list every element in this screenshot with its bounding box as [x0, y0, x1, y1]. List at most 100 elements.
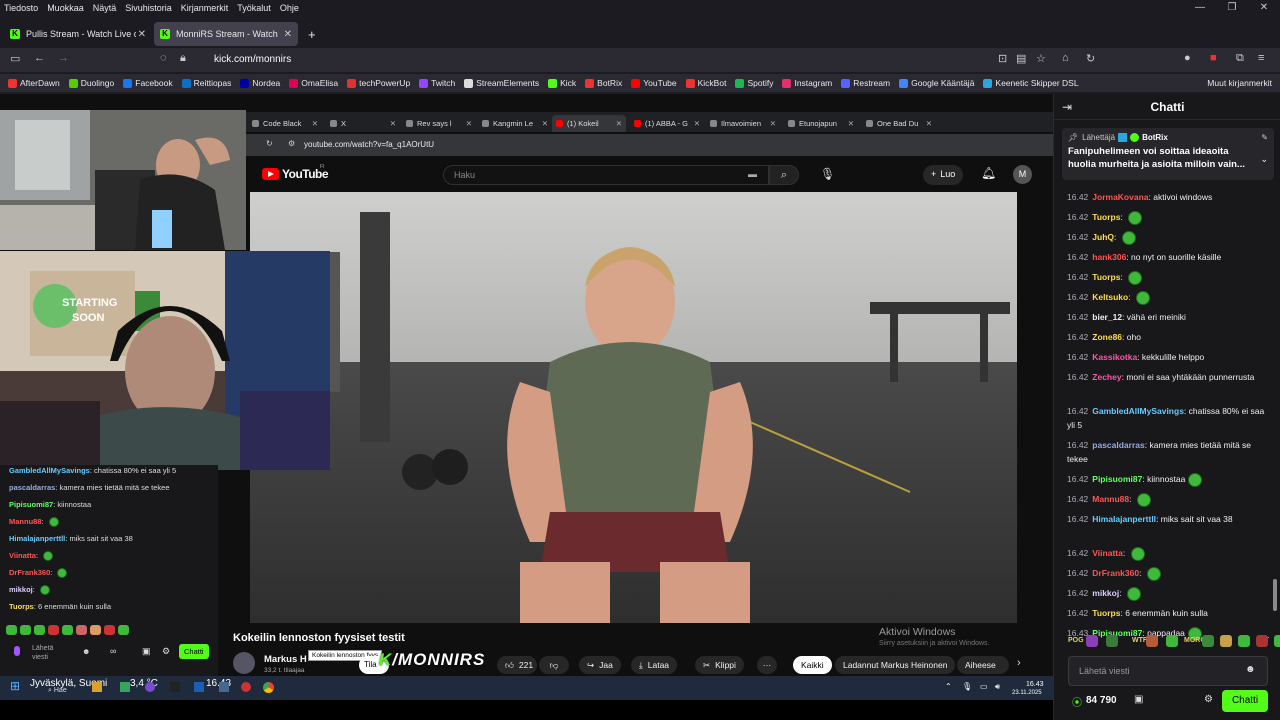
- emote-icon[interactable]: [1274, 635, 1280, 647]
- avatar[interactable]: M: [1013, 165, 1032, 184]
- message-username[interactable]: Kassikotka: [1092, 352, 1137, 362]
- menu-item-5[interactable]: Työkalut: [237, 3, 271, 13]
- dislike-button[interactable]: 👎︎: [539, 656, 569, 674]
- minimize-icon[interactable]: —: [1184, 0, 1216, 16]
- emote-icon[interactable]: [1106, 635, 1118, 647]
- inner-url[interactable]: youtube.com/watch?v=fa_q1AOrUtU: [304, 140, 434, 149]
- bookmark-item[interactable]: techPowerUp: [347, 78, 410, 88]
- emoji-icon[interactable]: ☻: [1245, 664, 1256, 675]
- reload-icon[interactable]: ↻: [1086, 52, 1095, 65]
- pinned-message[interactable]: 📌︎ Lähettäjä BotRix ✎ Fanipuhelimeen voi…: [1062, 128, 1274, 180]
- back-icon[interactable]: ←: [34, 52, 45, 64]
- bookmark-item[interactable]: Kick: [548, 78, 576, 88]
- clock-date[interactable]: 23.11.2025: [1012, 690, 1042, 696]
- bookmark-item[interactable]: Duolingo: [68, 78, 114, 88]
- emote-icon[interactable]: [1086, 635, 1098, 647]
- chat-message[interactable]: 16.42 JuhQ:: [1067, 230, 1272, 245]
- gift-icon[interactable]: ▣: [1134, 694, 1143, 705]
- bookmark-item[interactable]: Facebook: [123, 78, 173, 88]
- bookmark-item[interactable]: BotRix: [585, 78, 622, 88]
- message-username[interactable]: Zechey: [1092, 372, 1121, 382]
- menu-item-3[interactable]: Sivuhistoria: [125, 3, 172, 13]
- emote-icon[interactable]: [1256, 635, 1268, 647]
- message-username[interactable]: Mannu88: [1092, 494, 1129, 504]
- windows-start-icon[interactable]: ⊞: [10, 679, 20, 693]
- message-username[interactable]: JuhQ: [1092, 232, 1114, 242]
- clip-button[interactable]: ✂ Klippi: [695, 656, 744, 674]
- chat-message[interactable]: 16.42 Pipisuomi87: kiinnostaa: [1067, 472, 1272, 487]
- chip-related[interactable]: Aiheese: [957, 656, 1009, 674]
- message-username[interactable]: Himalajanperttll: [1092, 514, 1156, 524]
- message-username[interactable]: hank306: [1092, 252, 1126, 262]
- menu-item-0[interactable]: Tiedosto: [4, 3, 38, 13]
- chrome-icon[interactable]: [263, 682, 274, 693]
- home-icon[interactable]: ⌂: [1062, 52, 1069, 64]
- steam-icon[interactable]: [219, 682, 229, 692]
- bookmark-item[interactable]: Twitch: [419, 78, 455, 88]
- bookmark-item[interactable]: OmaElisa: [289, 78, 338, 88]
- create-button[interactable]: + Luo: [923, 165, 964, 185]
- bookmark-item[interactable]: StreamElements: [464, 78, 539, 88]
- chat-message[interactable]: 16.42 mikkoj:: [1067, 586, 1272, 601]
- microphone-icon[interactable]: 🎙︎: [820, 167, 835, 181]
- inner-tab[interactable]: (1) Kokeil ✕: [552, 115, 626, 132]
- menu-item-2[interactable]: Näytä: [93, 3, 117, 13]
- more-actions-button[interactable]: ···: [757, 656, 777, 674]
- inner-tab[interactable]: One Bad Du ✕: [862, 115, 936, 132]
- menu-item-4[interactable]: Kirjanmerkit: [181, 3, 229, 13]
- inner-tab[interactable]: (1) ABBA - G ✕: [630, 115, 704, 132]
- bookmark-item[interactable]: KickBot: [685, 78, 726, 88]
- message-username[interactable]: GambledAllMySavings: [1092, 406, 1184, 416]
- app-icon[interactable]: [194, 682, 204, 692]
- message-username[interactable]: Zone86: [1092, 332, 1122, 342]
- tab-monnirs[interactable]: K MonniRS Stream - Watch Li ✕: [154, 22, 298, 46]
- app-icon[interactable]: [241, 682, 251, 692]
- bookmark-item[interactable]: YouTube: [631, 78, 677, 88]
- close-tab-icon[interactable]: ✕: [694, 119, 700, 128]
- message-username[interactable]: Pipisuomi87: [1092, 474, 1142, 484]
- message-username[interactable]: JormaKovana: [1092, 192, 1148, 202]
- network-icon[interactable]: ▭: [980, 682, 988, 691]
- emote-icon[interactable]: [1202, 635, 1214, 647]
- youtube-logo-icon[interactable]: [262, 168, 279, 180]
- app-icon[interactable]: [170, 682, 180, 692]
- download-button[interactable]: ⤓ Lataa: [631, 656, 678, 674]
- volume-icon[interactable]: 🔊︎: [995, 682, 1000, 692]
- screenshot-icon[interactable]: ⊡: [998, 52, 1007, 65]
- chat-message[interactable]: 16.42 Tuorps:: [1067, 270, 1272, 285]
- emote-icon[interactable]: [1146, 635, 1158, 647]
- app-icon[interactable]: [120, 682, 130, 692]
- extension-badge-icon[interactable]: ■: [1210, 52, 1217, 64]
- emote-icon[interactable]: [1166, 635, 1178, 647]
- keyboard-icon[interactable]: ▬: [748, 169, 757, 179]
- menu-item-1[interactable]: Muokkaa: [47, 3, 84, 13]
- account-icon[interactable]: ●: [1184, 52, 1191, 64]
- bookmark-item[interactable]: Nordea: [240, 78, 280, 88]
- unpin-icon[interactable]: ✎: [1261, 133, 1268, 142]
- chat-message[interactable]: 16.42 GambledAllMySavings: chatissa 80% e…: [1067, 404, 1272, 432]
- settings-icon[interactable]: ⚙: [1204, 694, 1213, 705]
- points-count[interactable]: 84 790: [1086, 695, 1117, 706]
- close-tab-icon[interactable]: ✕: [770, 119, 776, 128]
- chat-message[interactable]: 16.42 Viinatta:: [1067, 546, 1272, 561]
- app-icon[interactable]: [145, 682, 155, 692]
- close-tab-icon[interactable]: ✕: [284, 29, 292, 40]
- close-tab-icon[interactable]: ✕: [542, 119, 548, 128]
- chat-message[interactable]: 16.42 JormaKovana: aktivoi windows: [1067, 190, 1272, 204]
- new-tab-button[interactable]: +: [302, 22, 326, 46]
- file-explorer-icon[interactable]: [92, 682, 102, 692]
- channel-name[interactable]: Markus H: [264, 654, 307, 665]
- message-username[interactable]: Viinatta: [1092, 548, 1123, 558]
- channel-avatar[interactable]: [233, 652, 255, 674]
- message-username[interactable]: bier_12: [1092, 312, 1122, 322]
- video-player[interactable]: [250, 192, 1017, 623]
- message-username[interactable]: Keltsuko: [1092, 292, 1128, 302]
- emote-text[interactable]: POG: [1068, 637, 1084, 644]
- bookmark-item[interactable]: Spotify: [735, 78, 773, 88]
- notifications-icon[interactable]: 🔔︎: [981, 166, 996, 180]
- address-bar[interactable]: kick.com/monnirs: [214, 54, 291, 65]
- chat-message[interactable]: 16.42 bier_12: vähä eri meiniki: [1067, 310, 1272, 324]
- chat-message[interactable]: 16.42 Mannu88:: [1067, 492, 1272, 507]
- tab-pullis[interactable]: K Pullis Stream - Watch Live o ✕: [4, 22, 152, 46]
- menu-item-6[interactable]: Ohje: [280, 3, 299, 13]
